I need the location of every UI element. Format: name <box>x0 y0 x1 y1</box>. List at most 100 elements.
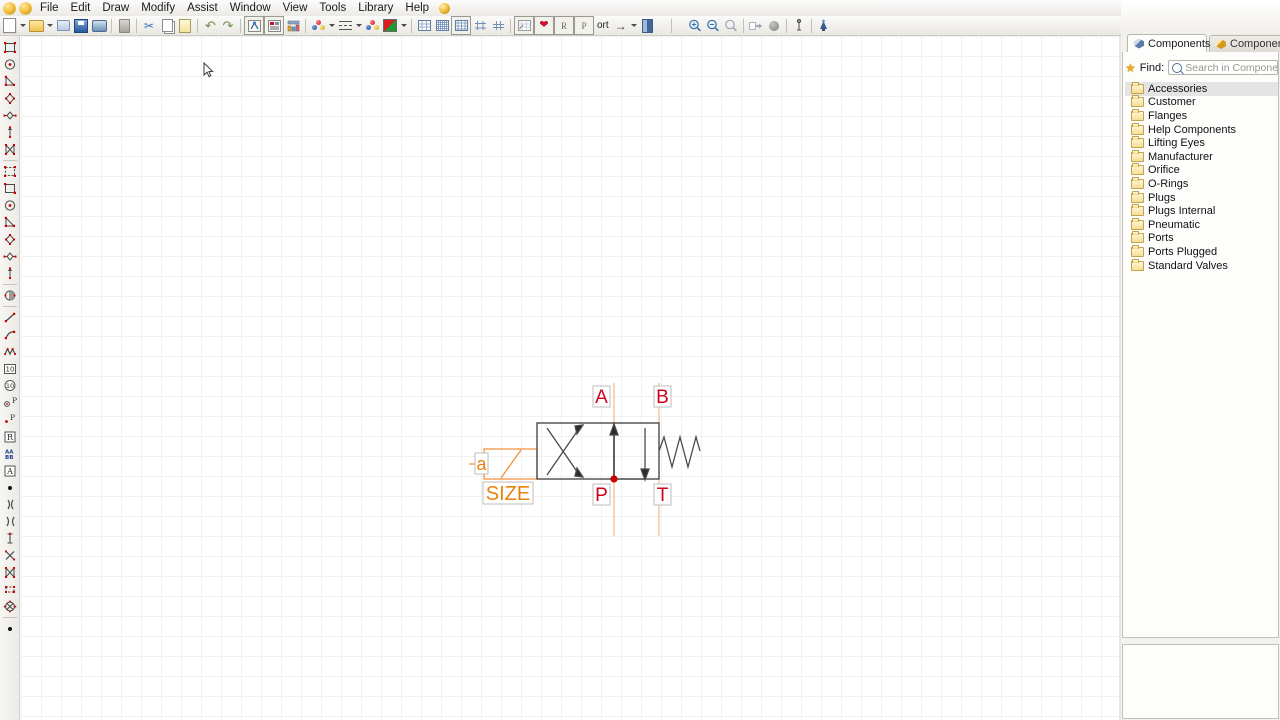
new-file-button[interactable] <box>0 17 18 34</box>
menu-file[interactable]: File <box>34 0 65 16</box>
component-insert-button[interactable] <box>815 17 833 34</box>
grid-3-button[interactable] <box>451 16 471 35</box>
app-orb-icon-2[interactable] <box>19 1 32 15</box>
line-type-button[interactable] <box>336 17 354 34</box>
menu-library[interactable]: Library <box>352 0 399 16</box>
grid-1-button[interactable] <box>415 17 433 34</box>
tool-circle-dot[interactable] <box>1 197 19 214</box>
tool-point[interactable] <box>1 479 19 496</box>
tool-angle[interactable] <box>1 214 19 231</box>
tool-dashed-rectangle[interactable] <box>1 163 19 180</box>
undo-button[interactable]: ↷ <box>201 17 219 34</box>
tab-components-plus[interactable]: Components+ <box>1209 35 1280 52</box>
new-file-dropdown[interactable] <box>18 17 27 34</box>
tool-dimension-10[interactable]: 10 <box>1 360 19 377</box>
tree-item-orifice[interactable]: Orifice <box>1125 163 1278 178</box>
app-orb-icon[interactable] <box>3 1 16 15</box>
copy-button[interactable] <box>158 17 176 34</box>
save-as-button[interactable] <box>54 17 72 34</box>
tool-text-a[interactable]: A <box>1 462 19 479</box>
tree-item-customer[interactable]: Customer <box>1125 95 1278 110</box>
tree-item-accessories[interactable]: Accessories <box>1125 81 1278 96</box>
grid-4-button[interactable] <box>471 17 489 34</box>
snap-point-button[interactable]: ❤ <box>534 16 554 35</box>
tool-line[interactable] <box>1 309 19 326</box>
tree-item-o-rings[interactable]: O-Rings <box>1125 176 1278 191</box>
zoom-window-button[interactable] <box>722 17 740 34</box>
redo-button[interactable]: ↷ <box>219 17 237 34</box>
relative-coords-button[interactable]: R <box>554 16 574 35</box>
tool-letter-r[interactable]: R <box>1 428 19 445</box>
tree-item-pneumatic[interactable]: Pneumatic <box>1125 217 1278 232</box>
tool-arc[interactable] <box>1 326 19 343</box>
tree-item-plugs[interactable]: Plugs <box>1125 190 1278 205</box>
tool-rotate-cross[interactable] <box>1 598 19 615</box>
tool-trim-bowtie[interactable] <box>1 564 19 581</box>
tool-text-aabb[interactable]: AA BB <box>1 445 19 462</box>
directional-control-valve-symbol[interactable]: A B P T a SIZE <box>441 376 721 546</box>
tool-bowtie[interactable] <box>1 141 19 158</box>
tree-item-standard-valves[interactable]: Standard Valves <box>1125 258 1278 273</box>
tool-point-p[interactable]: P <box>1 394 19 411</box>
tree-item-manufacturer[interactable]: Manufacturer <box>1125 149 1278 164</box>
open-file-button[interactable] <box>27 17 45 34</box>
report-button[interactable] <box>284 17 302 34</box>
tool-mirror-split[interactable] <box>1 287 19 304</box>
print-button[interactable] <box>90 17 108 34</box>
tool-circle-center[interactable] <box>1 56 19 73</box>
tool-rectangle[interactable] <box>1 39 19 56</box>
tool-polygon-node[interactable] <box>1 248 19 265</box>
ortho-mode-dropdown[interactable] <box>630 17 639 34</box>
menu-modify[interactable]: Modify <box>135 0 181 16</box>
color-swatch-button[interactable] <box>381 17 399 34</box>
zoom-out-button[interactable] <box>704 17 722 34</box>
tab-components[interactable]: Components <box>1127 34 1210 52</box>
menu-tools[interactable]: Tools <box>313 0 352 16</box>
tool-text-cursor[interactable] <box>1 530 19 547</box>
help-orb-icon[interactable] <box>439 2 451 14</box>
tool-square[interactable] <box>1 180 19 197</box>
tool-diamond-node[interactable] <box>1 107 19 124</box>
grid-5-button[interactable] <box>489 17 507 34</box>
tree-item-ports[interactable]: Ports <box>1125 231 1278 246</box>
tool-stretch[interactable] <box>1 581 19 598</box>
tool-bracket-right[interactable] <box>1 496 19 513</box>
star-icon[interactable]: ★ <box>1125 62 1136 74</box>
grid-2-button[interactable] <box>433 17 451 34</box>
menu-view[interactable]: View <box>277 0 314 16</box>
layers-button[interactable] <box>639 17 657 34</box>
line-type-dropdown[interactable] <box>354 17 363 34</box>
drawing-canvas[interactable]: A B P T a SIZE <box>21 36 1119 720</box>
layer-color-button[interactable] <box>309 17 327 34</box>
tree-item-plugs-internal[interactable]: Plugs Internal <box>1125 204 1278 218</box>
measure-button[interactable] <box>790 17 808 34</box>
menu-help[interactable]: Help <box>399 0 435 16</box>
tool-dimension-circle[interactable]: 10 <box>1 377 19 394</box>
layer-color-dropdown[interactable] <box>327 17 336 34</box>
clipboard-button[interactable] <box>115 17 133 34</box>
tool-delete-x[interactable] <box>1 547 19 564</box>
menu-edit[interactable]: Edit <box>65 0 97 16</box>
tree-item-flanges[interactable]: Flanges <box>1125 108 1278 123</box>
pan-button[interactable] <box>747 17 765 34</box>
tool-triangle[interactable] <box>1 73 19 90</box>
tool-spline[interactable] <box>1 343 19 360</box>
polar-coords-button[interactable]: P <box>574 16 594 35</box>
paste-button[interactable] <box>176 17 194 34</box>
save-button[interactable] <box>72 17 90 34</box>
menu-assist[interactable]: Assist <box>181 0 224 16</box>
cut-button[interactable]: ✂ <box>140 17 158 34</box>
tool-diamond[interactable] <box>1 90 19 107</box>
bom-button[interactable] <box>264 16 284 35</box>
menu-window[interactable]: Window <box>224 0 277 16</box>
tool-point-line[interactable] <box>1 265 19 282</box>
tree-item-help-components[interactable]: Help Components <box>1125 122 1278 137</box>
zoom-in-button[interactable] <box>686 17 704 34</box>
search-input[interactable]: Search in Components <box>1168 60 1278 75</box>
tool-polygon[interactable] <box>1 231 19 248</box>
open-file-dropdown[interactable] <box>45 17 54 34</box>
tool-snap-point[interactable] <box>1 620 19 637</box>
tool-vertical-point[interactable] <box>1 124 19 141</box>
tool-point-p2[interactable]: P <box>1 411 19 428</box>
symbol-edit-button[interactable] <box>244 16 264 35</box>
